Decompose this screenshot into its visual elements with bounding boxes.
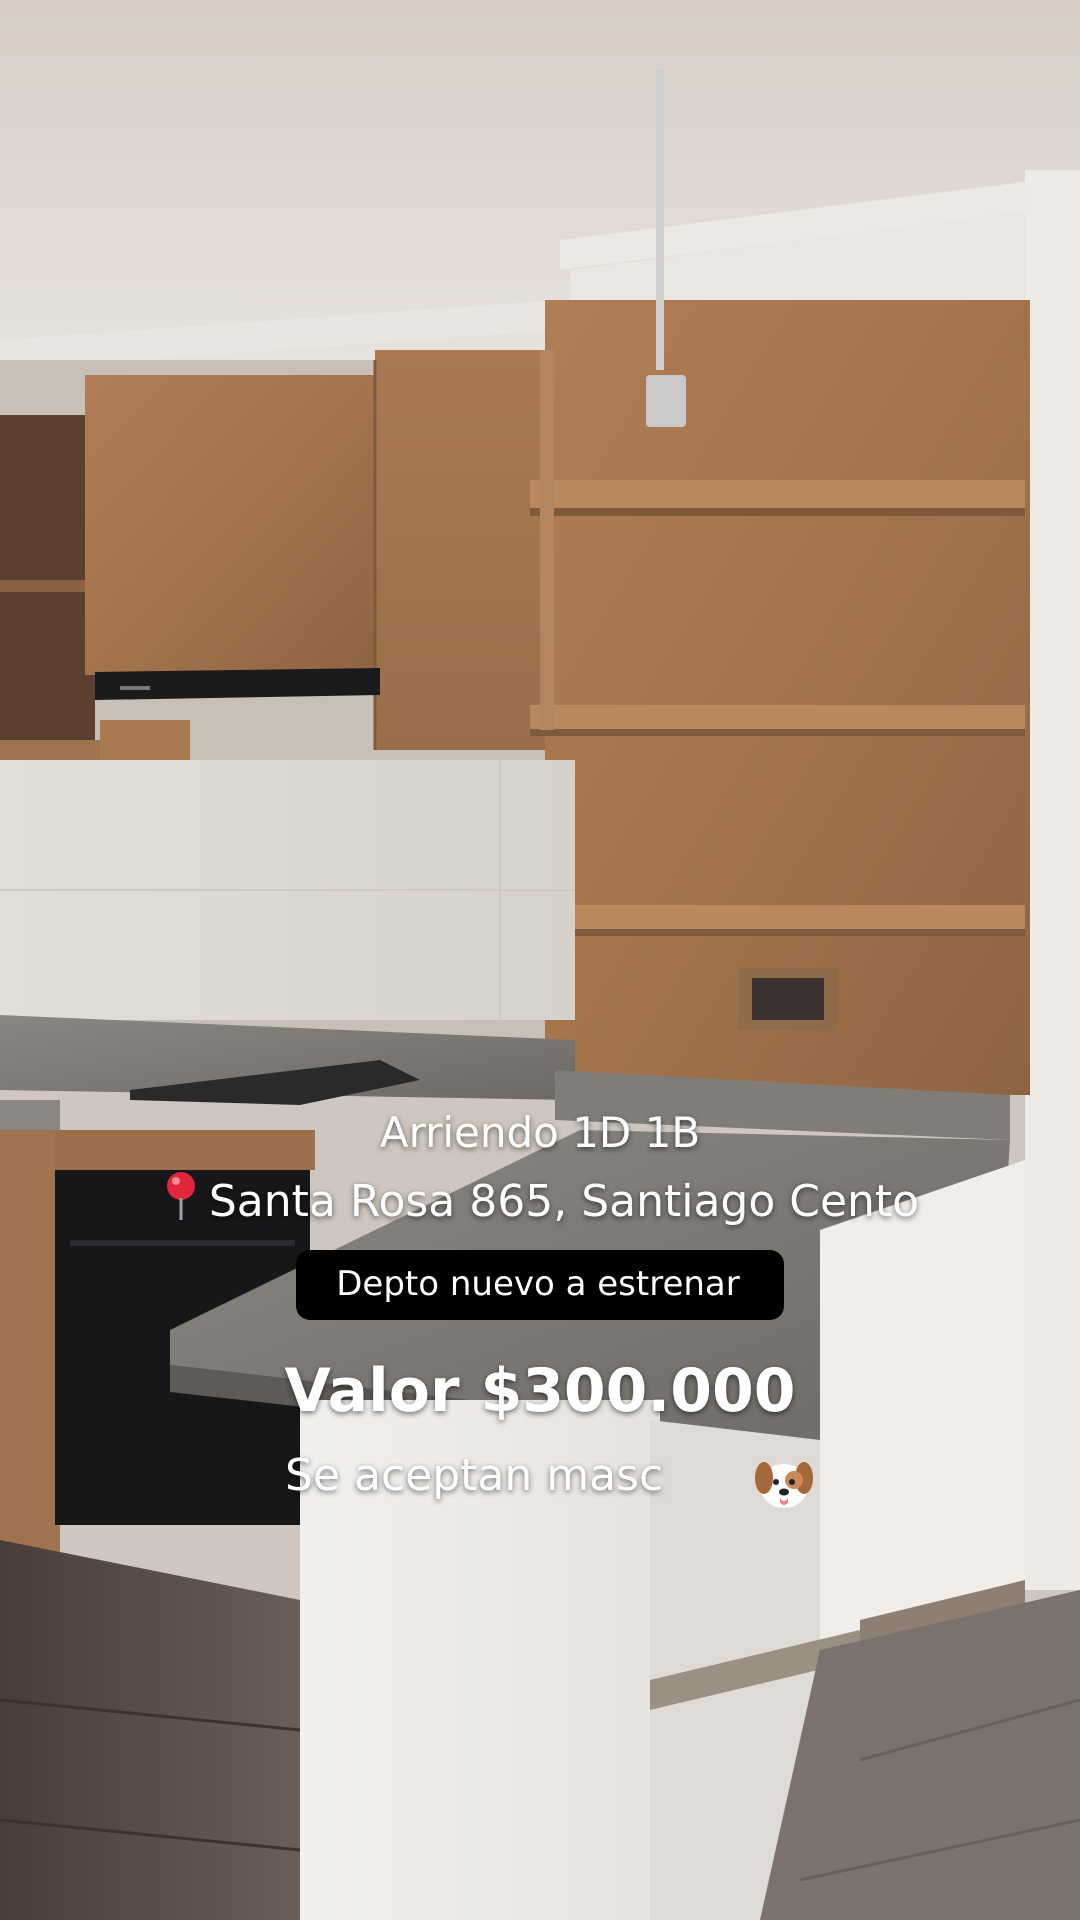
kitchen-photo	[0, 0, 1080, 1920]
